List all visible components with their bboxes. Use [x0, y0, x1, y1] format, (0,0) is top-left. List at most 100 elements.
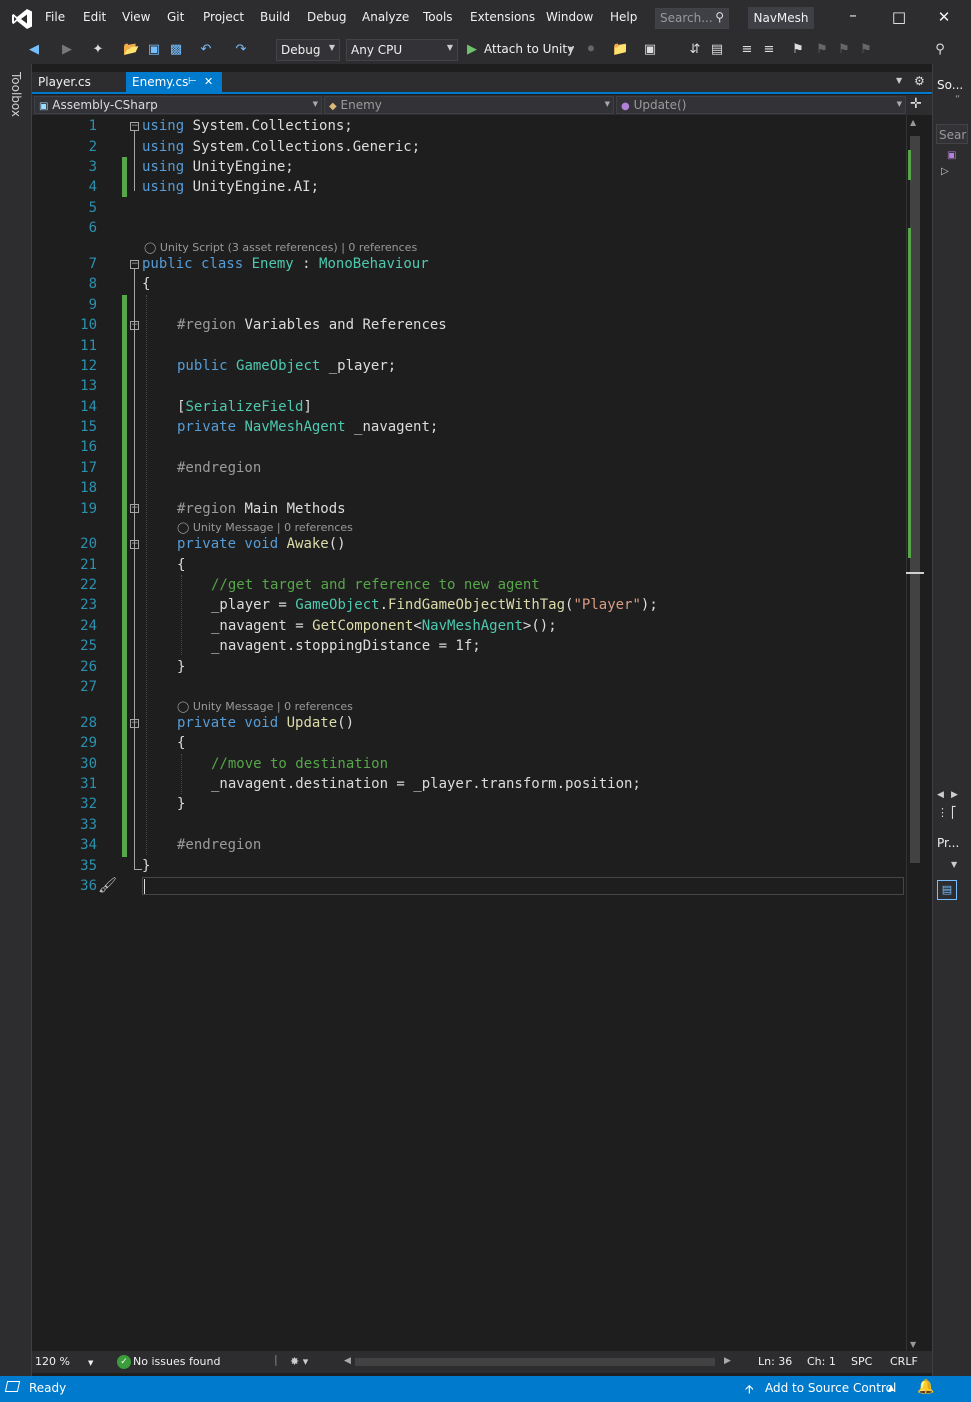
code-editor[interactable]: [32, 115, 906, 1351]
add-to-source-control-button[interactable]: Add to Source Control: [765, 1381, 896, 1395]
live-share-icon[interactable]: ⚲: [932, 42, 948, 58]
undo-icon[interactable]: ↶: [198, 42, 214, 58]
hot-reload-icon[interactable]: ⚫: [583, 42, 599, 58]
collapse-icon[interactable]: −: [130, 260, 139, 269]
screenshot-icon[interactable]: ▣: [642, 42, 658, 58]
bracket-icon[interactable]: ⎡: [951, 806, 957, 819]
menu-debug[interactable]: Debug: [307, 10, 346, 24]
navigate-forward-icon[interactable]: ▶: [59, 42, 75, 58]
step-icon[interactable]: ⇵: [687, 42, 703, 58]
tab-enemy-cs[interactable]: Enemy.cs ⊢ ✕: [126, 72, 222, 92]
code-text: :: [293, 256, 320, 272]
menu-build[interactable]: Build: [260, 10, 290, 24]
folder-icon[interactable]: 📁: [612, 42, 628, 58]
menu-file[interactable]: File: [45, 10, 65, 24]
code-line: _navagent.stoppingDistance = 1f;: [211, 636, 481, 656]
code-text: System.Collections.Generic;: [184, 139, 421, 155]
code-text: (): [328, 536, 346, 552]
split-editor-icon[interactable]: ✛: [910, 96, 922, 112]
menu-view[interactable]: View: [122, 10, 150, 24]
toolbox-tab[interactable]: Toolbox: [9, 72, 23, 117]
line-number: 2: [88, 139, 97, 155]
menu-extensions[interactable]: Extensions: [470, 10, 535, 24]
maximize-button[interactable]: □: [887, 8, 911, 28]
line-number: 3: [88, 159, 97, 175]
csharp-project-icon[interactable]: ▣: [947, 150, 956, 161]
next-bookmark-icon[interactable]: ⚑: [836, 42, 852, 58]
chevron-down-icon[interactable]: ▼: [568, 45, 574, 54]
output-window-icon[interactable]: [4, 1381, 21, 1392]
minimize-button[interactable]: –: [841, 6, 865, 26]
attach-to-unity-button[interactable]: Attach to Unity: [484, 42, 574, 56]
menu-analyze[interactable]: Analyze: [362, 10, 409, 24]
close-window-button[interactable]: ✕: [932, 8, 956, 28]
collapse-icon[interactable]: −: [130, 122, 139, 131]
solution-search-input[interactable]: Sear: [936, 124, 968, 144]
quick-actions-brush-icon[interactable]: 🖌: [98, 876, 117, 894]
chevron-down-icon[interactable]: ▼: [951, 860, 957, 869]
class-dropdown[interactable]: ◆ Enemy ▼: [324, 96, 614, 114]
prev-bookmark-icon[interactable]: ⚑: [814, 42, 830, 58]
close-tab-icon[interactable]: ✕: [204, 72, 213, 92]
spacing-indicator[interactable]: SPC: [851, 1355, 872, 1368]
platform-dropdown[interactable]: Any CPU ▼: [346, 39, 458, 61]
indent-icon[interactable]: ≡: [761, 42, 777, 58]
menu-window[interactable]: Window: [546, 10, 593, 24]
column-indicator[interactable]: Ch: 1: [807, 1355, 836, 1368]
indent-guide: [181, 575, 182, 655]
menu-tools[interactable]: Tools: [423, 10, 453, 24]
change-marker: [122, 295, 127, 857]
properties-tab[interactable]: Pr...: [937, 836, 959, 850]
notifications-bell-icon[interactable]: 🔔: [917, 1379, 934, 1395]
layout-icon[interactable]: ▤: [709, 42, 725, 58]
new-project-icon[interactable]: ✦: [90, 42, 106, 58]
code-line: //get target and reference to new agent: [211, 575, 540, 595]
chevron-down-icon[interactable]: ▼: [896, 76, 902, 85]
code-line: using UnityEngine.AI;: [142, 177, 319, 197]
issues-status[interactable]: No issues found: [133, 1355, 220, 1368]
zoom-dropdown[interactable]: 120 % ▼: [35, 1355, 93, 1368]
configuration-dropdown[interactable]: Debug ▼: [276, 39, 340, 61]
redo-icon[interactable]: ↷: [233, 42, 249, 58]
solution-explorer-tab[interactable]: So...: [937, 78, 963, 92]
line-indicator[interactable]: Ln: 36: [758, 1355, 792, 1368]
save-icon[interactable]: ▣: [146, 42, 162, 58]
chevron-up-icon[interactable]: ▲: [888, 1383, 894, 1392]
scroll-down-icon[interactable]: ▼: [910, 1340, 916, 1349]
line-ending-indicator[interactable]: CRLF: [890, 1355, 918, 1368]
gear-icon[interactable]: ⚙: [914, 74, 925, 88]
scroll-right-icon[interactable]: ▶: [951, 790, 958, 800]
code-cleanup-icon[interactable]: ✸ ▾: [290, 1355, 308, 1368]
menu-edit[interactable]: Edit: [83, 10, 106, 24]
search-input[interactable]: Search... ⚲: [655, 8, 729, 29]
clear-bookmarks-icon[interactable]: ⚑: [858, 42, 874, 58]
properties-toggle-icon[interactable]: ⋮: [937, 806, 948, 819]
code-line: private NavMeshAgent _navagent;: [177, 417, 438, 437]
divider: |: [274, 1353, 278, 1366]
tab-player-cs[interactable]: Player.cs: [32, 72, 114, 92]
toolbox-strip: [0, 64, 32, 1376]
project-dropdown[interactable]: ▣ Assembly-CSharp ▼: [34, 96, 322, 114]
menu-git[interactable]: Git: [167, 10, 184, 24]
open-file-icon[interactable]: 📂: [123, 42, 139, 58]
scrollbar-thumb[interactable]: [910, 136, 920, 863]
method-icon: ●: [621, 101, 630, 112]
property-pages-icon[interactable]: ▤: [937, 880, 957, 900]
scroll-up-icon[interactable]: ▲: [910, 118, 916, 127]
horizontal-scrollbar-thumb[interactable]: [355, 1358, 715, 1366]
visual-studio-logo-icon[interactable]: [11, 8, 33, 30]
bookmark-icon[interactable]: ⚑: [790, 42, 806, 58]
expand-arrow-icon[interactable]: ▷: [941, 166, 949, 177]
method-name: Awake: [286, 536, 329, 552]
scroll-right-icon[interactable]: ▶: [724, 1356, 731, 1366]
scroll-left-icon[interactable]: ◀: [937, 790, 944, 800]
menu-help[interactable]: Help: [610, 10, 637, 24]
pin-icon[interactable]: ⊢: [188, 72, 197, 92]
scroll-left-icon[interactable]: ◀: [344, 1356, 351, 1366]
member-dropdown[interactable]: ● Update() ▼: [616, 96, 906, 114]
menu-project[interactable]: Project: [203, 10, 244, 24]
navigate-back-icon[interactable]: ◀: [26, 42, 42, 58]
play-icon[interactable]: ▶: [464, 42, 480, 58]
save-all-icon[interactable]: ▩: [168, 42, 184, 58]
outdent-icon[interactable]: ≡: [739, 42, 755, 58]
